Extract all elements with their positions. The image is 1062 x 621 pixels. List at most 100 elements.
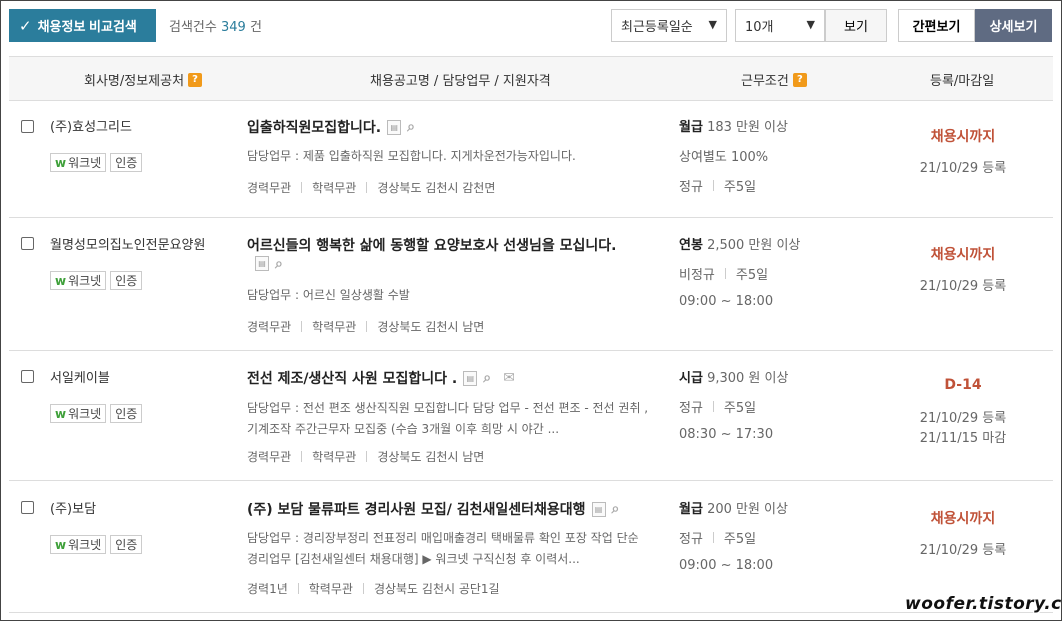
compare-search-button[interactable]: ✓ 채용정보 비교검색 [9, 9, 156, 42]
posting-title-text[interactable]: (주) 보담 물류파트 경리사원 모집/ 김천새일센터채용대행 [247, 499, 586, 519]
pay-type: 월급 [679, 120, 703, 135]
pay-type: 연봉 [679, 238, 703, 253]
pay-info: 월급 200 만원 이상 [679, 498, 788, 517]
career-req: 경력무관 [247, 320, 292, 334]
posting-title[interactable]: 입출하직원모집합니다. ▤ ⌕ [247, 117, 421, 137]
posting-title[interactable]: (주) 보담 물류파트 경리사원 모집/ 김천새일센터채용대행 ▤ ⌕ [247, 499, 626, 519]
employment-info: 정규 주5일 [679, 528, 756, 547]
source-badges: w 워크넷 인증 [50, 535, 143, 554]
certified-badge-label: 인증 [115, 538, 138, 552]
search-icon[interactable]: ⌕ [483, 371, 497, 385]
table-row: 서일케이블 w 워크넷 인증 전선 제조/생산직 사원 모집합니다 . ▤ ⌕ ✉… [9, 351, 1053, 481]
career-req: 경력무관 [247, 450, 292, 464]
bonus-info: 상여별도 100% [679, 150, 769, 165]
duty-line: 담당업무 : 전선 편조 생산직직원 모집합니다 담당 업무 - 전선 편조 -… [247, 401, 649, 415]
pay-info: 월급 183 만원 이상 [679, 116, 788, 135]
career-req: 경력무관 [247, 181, 292, 195]
closing-date: 21/11/15 마감 [919, 431, 1007, 446]
search-icon[interactable]: ⌕ [407, 120, 421, 134]
document-icon[interactable]: ▤ [255, 256, 269, 271]
row-checkbox[interactable] [21, 237, 34, 250]
toolbar: ✓ 채용정보 비교검색 검색건수 349 건 최근등록일순 ▼ 10개 ▼ 보기… [9, 9, 1053, 43]
search-icon[interactable]: ⌕ [612, 502, 626, 516]
pay-amount: 2,500 만원 이상 [707, 238, 801, 253]
company-name[interactable]: 월명성모의집노인전문요양원 [50, 234, 205, 253]
pay-type: 시급 [679, 371, 703, 386]
sort-select[interactable]: 최근등록일순 ▼ [611, 9, 727, 42]
certified-badge-label: 인증 [115, 407, 138, 421]
worknet-badge: w 워크넷 [50, 153, 107, 172]
duty-line: 담당업무 : 제품 입출하직원 모집합니다. 지게차운전가능자입니다. [247, 149, 576, 163]
search-count-label: 검색건수 [169, 20, 217, 35]
apply-view-button[interactable]: 보기 [825, 9, 887, 42]
certified-badge-label: 인증 [115, 156, 138, 170]
source-badges: w 워크넷 인증 [50, 271, 143, 290]
deadline-status: 채용시까지 [930, 129, 996, 145]
worknet-badge-label: 워크넷 [68, 538, 102, 552]
table-row: 월명성모의집노인전문요양원 w 워크넷 인증 어르신들의 행복한 삶에 동행할 요… [9, 218, 1053, 351]
location: 경상북도 김천시 공단1길 [373, 582, 500, 596]
help-icon[interactable]: ? [792, 72, 807, 87]
compare-search-label: 채용정보 비교검색 [37, 19, 137, 34]
header-dates-label: 등록/마감일 [930, 74, 995, 89]
employment-type: 비정규 [679, 268, 715, 283]
chevron-down-icon: ▼ [806, 18, 815, 31]
row-checkbox[interactable] [21, 120, 34, 133]
pay-info: 연봉 2,500 만원 이상 [679, 234, 800, 253]
duty-line: 담당업무 : 어르신 일상생활 수발 [247, 288, 410, 302]
per-page-select[interactable]: 10개 ▼ [735, 9, 825, 42]
help-icon[interactable]: ? [188, 72, 203, 87]
posting-title-text[interactable]: 어르신들의 행복한 삶에 동행할 요양보호사 선생님을 모십니다. [247, 235, 616, 255]
work-days: 주5일 [723, 401, 757, 416]
qualification-meta: 경력무관 학력무관 경상북도 김천시 남면 [247, 318, 484, 335]
divider [712, 401, 714, 412]
search-icon[interactable]: ⌕ [275, 257, 289, 271]
mail-icon[interactable]: ✉ [503, 371, 519, 385]
education-req: 학력무관 [312, 320, 357, 334]
row-checkbox[interactable] [21, 370, 34, 383]
certified-badge-label: 인증 [115, 274, 138, 288]
detail-view-button[interactable]: 상세보기 [975, 9, 1052, 42]
pay-amount: 200 만원 이상 [707, 502, 788, 517]
divider [724, 268, 726, 279]
location: 경상북도 김천시 감천면 [377, 181, 496, 195]
header-dates: 등록/마감일 [930, 70, 994, 89]
worknet-badge-label: 워크넷 [68, 274, 102, 288]
employment-info: 정규 주5일 [679, 176, 756, 195]
employment-type: 정규 [679, 532, 703, 547]
company-name[interactable]: (주)효성그리드 [50, 116, 132, 135]
divider [301, 182, 303, 193]
checkmark-icon: ✓ [19, 17, 32, 35]
career-req: 경력1년 [247, 582, 288, 596]
row-checkbox[interactable] [21, 501, 34, 514]
document-icon[interactable]: ▤ [463, 370, 478, 386]
posting-title[interactable]: 전선 제조/생산직 사원 모집합니다 . ▤ ⌕ ✉ [247, 368, 519, 388]
company-name[interactable]: 서일케이블 [50, 367, 110, 386]
document-icon[interactable]: ▤ [387, 119, 402, 135]
divider [362, 583, 364, 594]
pay-amount: 9,300 원 이상 [707, 371, 789, 386]
posting-title-text[interactable]: 입출하직원모집합니다. [247, 117, 381, 137]
header-condition-label: 근무조건 [741, 74, 789, 89]
qualification-meta: 경력무관 학력무관 경상북도 김천시 남면 [247, 448, 484, 465]
certified-badge: 인증 [110, 404, 143, 423]
divider [712, 180, 714, 191]
certified-badge: 인증 [110, 153, 143, 172]
simple-view-button[interactable]: 간편보기 [898, 9, 975, 42]
education-req: 학력무관 [312, 450, 357, 464]
registered-date: 21/10/29 등록 [919, 543, 1007, 558]
posting-title[interactable]: 어르신들의 행복한 삶에 동행할 요양보호사 선생님을 모십니다. [247, 235, 616, 255]
registered-date: 21/10/29 등록 [919, 279, 1007, 294]
work-hours: 08:30 ~ 17:30 [679, 427, 774, 442]
duty-line: 경리업무 [김천새일센터 채용대행] ▶ 워크넷 구직신청 후 이력서... [247, 552, 580, 566]
education-req: 학력무관 [308, 582, 353, 596]
company-name[interactable]: (주)보담 [50, 498, 96, 517]
deadline-status: 채용시까지 [930, 511, 996, 527]
source-badges: w 워크넷 인증 [50, 404, 143, 423]
document-icon[interactable]: ▤ [591, 501, 606, 517]
chevron-down-icon: ▼ [708, 18, 717, 31]
table-header: 회사명/정보제공처 ? 채용공고명 / 담당업무 / 지원자격 근무조건 ? 등… [9, 56, 1053, 101]
worknet-badge: w 워크넷 [50, 404, 107, 423]
posting-title-text[interactable]: 전선 제조/생산직 사원 모집합니다 . [247, 368, 457, 388]
work-hours: 09:00 ~ 18:00 [679, 294, 774, 309]
